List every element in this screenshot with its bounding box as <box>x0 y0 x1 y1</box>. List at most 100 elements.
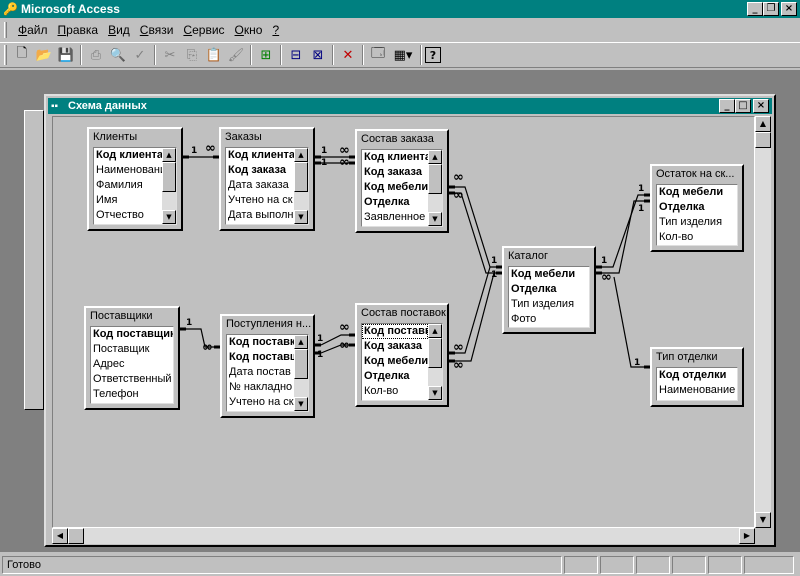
field-list-scrollbar[interactable]: ▲ ▼ <box>162 148 176 224</box>
new-icon[interactable]: 🗋 <box>11 44 33 66</box>
field-item[interactable]: Фото <box>509 312 589 327</box>
table-title[interactable]: Клиенты <box>89 129 181 145</box>
print-preview-icon[interactable]: 🔍 <box>107 44 129 66</box>
scroll-down-button[interactable]: ▼ <box>294 397 308 411</box>
field-item[interactable]: Код поставки <box>227 335 294 350</box>
table-receipts[interactable]: Поступления н... Код поставкиКод поставщД… <box>220 314 315 418</box>
field-item[interactable]: Код клиента <box>226 148 294 163</box>
field-item[interactable]: Отчество <box>94 208 162 223</box>
field-list-scrollbar[interactable]: ▲ ▼ <box>428 324 442 400</box>
relationship-line[interactable] <box>455 192 496 274</box>
vertical-scroll-thumb[interactable] <box>755 132 771 148</box>
table-title[interactable]: Состав поставок <box>357 305 447 321</box>
field-item[interactable]: Код мебели <box>509 267 589 282</box>
field-item[interactable]: Код заказа <box>362 165 428 180</box>
table-supply-items[interactable]: Состав поставок Код поставкиКод заказаКод… <box>355 303 449 407</box>
scroll-thumb[interactable] <box>294 162 308 192</box>
schema-close-button[interactable]: × <box>753 99 769 113</box>
menu-item-4[interactable]: Сервис <box>178 23 229 37</box>
delete-icon[interactable]: ✕ <box>337 44 359 66</box>
field-item[interactable]: Ответственный <box>91 372 173 387</box>
field-item[interactable]: Код мебели <box>362 180 428 195</box>
table-title[interactable]: Состав заказа <box>357 131 447 147</box>
field-item[interactable]: Отделка <box>657 200 737 215</box>
table-title[interactable]: Заказы <box>221 129 313 145</box>
relationship-line[interactable] <box>455 272 495 362</box>
database-window-icon[interactable]: 🗔 <box>367 44 389 66</box>
save-icon[interactable]: 💾 <box>55 44 77 66</box>
paste-icon[interactable]: 📋 <box>203 44 225 66</box>
table-title[interactable]: Поставщики <box>86 308 178 324</box>
field-item[interactable]: Код заказа <box>226 163 294 178</box>
field-item[interactable]: Тип изделия <box>509 297 589 312</box>
table-order-items[interactable]: Состав заказа Код клиента Код заказа Код ме… <box>355 129 449 233</box>
table-orders[interactable]: Заказы Код клиента Код заказа Дата заказа Уч… <box>219 127 315 231</box>
field-item[interactable]: № накладно <box>227 380 294 395</box>
scroll-down-button[interactable]: ▼ <box>428 386 442 400</box>
relationship-line[interactable] <box>320 344 349 354</box>
field-item[interactable]: Отделка <box>362 195 428 210</box>
scroll-up-button[interactable]: ▲ <box>162 148 176 162</box>
field-list[interactable]: Код поставщика Поставщик Адрес Ответственны… <box>90 326 174 404</box>
relationship-line[interactable] <box>602 194 644 268</box>
field-list[interactable]: Код поставкиКод заказаКод мебелиОтделкаК… <box>361 323 443 401</box>
scroll-thumb[interactable] <box>428 338 442 368</box>
menu-item-0[interactable]: Файл <box>13 23 53 37</box>
menu-item-5[interactable]: Окно <box>230 23 268 37</box>
relationship-line[interactable] <box>613 276 644 368</box>
open-icon[interactable]: 📂 <box>33 44 55 66</box>
schema-maximize-button[interactable]: □ <box>735 99 751 113</box>
field-item[interactable]: Код отделки <box>657 368 737 383</box>
relationship-line[interactable] <box>455 266 491 354</box>
field-list-scrollbar[interactable]: ▲ ▼ <box>428 150 442 226</box>
restore-button[interactable]: ❐ <box>763 2 779 16</box>
vertical-scrollbar[interactable]: ▲ ▼ <box>755 116 771 528</box>
menu-item-3[interactable]: Связи <box>135 23 179 37</box>
scroll-down-button[interactable]: ▼ <box>294 210 308 224</box>
show-table-icon[interactable]: ⊞ <box>255 44 277 66</box>
table-title[interactable]: Поступления н... <box>222 316 313 332</box>
scroll-left-button[interactable]: ◀ <box>52 528 68 544</box>
field-list[interactable]: Код клиента Код заказа Дата заказа Учтено н… <box>225 147 309 225</box>
field-item[interactable]: Адрес <box>91 357 173 372</box>
table-title[interactable]: Остаток на ск... <box>652 166 742 182</box>
scroll-thumb[interactable] <box>428 164 442 194</box>
field-item[interactable]: Код мебели <box>362 354 428 369</box>
field-item[interactable]: Поставщик <box>91 342 173 357</box>
field-item[interactable]: Код клиента <box>362 150 428 165</box>
relationship-line[interactable] <box>455 186 496 268</box>
horizontal-scrollbar[interactable]: ◀ ▶ <box>52 528 755 544</box>
menu-item-2[interactable]: Вид <box>103 23 135 37</box>
field-list-scrollbar[interactable]: ▲ ▼ <box>294 335 308 411</box>
field-item[interactable]: Телефон <box>91 387 173 402</box>
relationships-canvas[interactable]: 1 ∞ 1 1 ∞ ∞ ∞ ∞ 1 1 1 ∞ 1 1 1 1 ∞ 1 1 ∞ ∞ ∞ ∞ Клиенты Код клиен… <box>52 116 755 528</box>
table-title[interactable]: Каталог <box>504 248 594 264</box>
copy-icon[interactable]: ⎘ <box>181 44 203 66</box>
field-item[interactable]: Код клиента <box>94 148 162 163</box>
field-item[interactable]: Фамилия <box>94 178 162 193</box>
print-icon[interactable]: ⎙ <box>85 44 107 66</box>
background-database-window[interactable] <box>24 110 44 410</box>
menu-item-6[interactable]: ? <box>267 23 284 37</box>
table-catalog[interactable]: Каталог Код мебели Отделка Тип изделия Фото <box>502 246 596 334</box>
scroll-up-button[interactable]: ▲ <box>428 324 442 338</box>
horizontal-scroll-thumb[interactable] <box>68 528 84 544</box>
field-list[interactable]: Код мебели Отделка Тип изделия Фото <box>508 266 590 328</box>
table-stock[interactable]: Остаток на ск... Код мебели Отделка Тип изд… <box>650 164 744 252</box>
scroll-down-button[interactable]: ▼ <box>755 512 771 528</box>
field-item[interactable]: Код заказа <box>362 339 428 354</box>
help-icon[interactable]: ? <box>425 47 441 63</box>
field-item[interactable]: Тип изделия <box>657 215 737 230</box>
new-object-icon[interactable]: ▦▾ <box>389 44 417 66</box>
field-list[interactable]: Код отделки Наименование о <box>656 367 738 401</box>
field-item[interactable]: Отделка <box>509 282 589 297</box>
show-all-icon[interactable]: ⊠ <box>307 44 329 66</box>
table-suppliers[interactable]: Поставщики Код поставщика Поставщик Адрес От… <box>84 306 180 410</box>
scroll-up-button[interactable]: ▲ <box>755 116 771 132</box>
field-list[interactable]: Код клиента Код заказа Код мебели Отделка За… <box>361 149 443 227</box>
show-direct-icon[interactable]: ⊟ <box>285 44 307 66</box>
field-list[interactable]: Код поставкиКод поставщДата постав№ накл… <box>226 334 309 412</box>
field-item[interactable]: Учтено на ск <box>227 395 294 410</box>
field-item[interactable]: Дата заказа <box>226 178 294 193</box>
scroll-up-button[interactable]: ▲ <box>428 150 442 164</box>
